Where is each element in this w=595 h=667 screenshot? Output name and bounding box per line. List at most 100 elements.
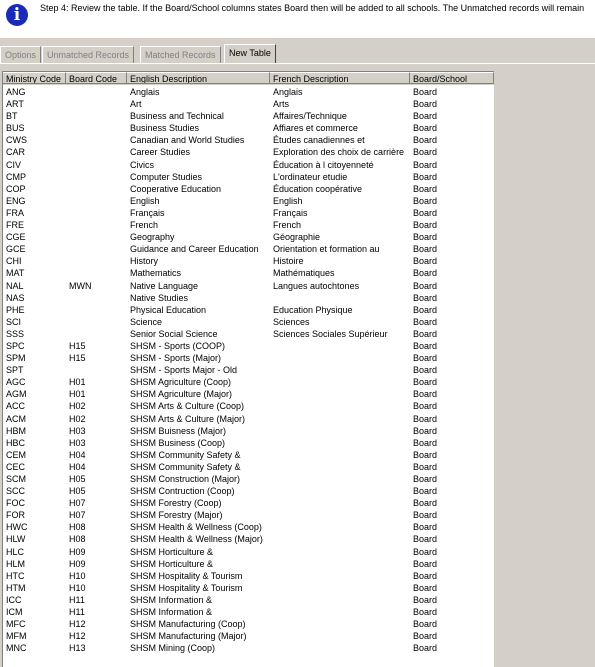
french-description-cell: Orientation et formation au: [273, 244, 380, 255]
table-row[interactable]: MAT Mathematics Mathématiques Board: [3, 267, 494, 279]
board-code-cell: H01: [69, 377, 86, 388]
table-row[interactable]: SCC H05 SHSM Contruction (Coop) Board: [3, 485, 494, 497]
table-row[interactable]: SPM H15 SHSM - Sports (Major) Board: [3, 352, 494, 364]
table-row[interactable]: FRE French French Board: [3, 219, 494, 231]
french-description-cell: [270, 449, 410, 461]
table-row[interactable]: NAL MWN Native Language Langues autochtones…: [3, 280, 494, 292]
table-row[interactable]: AGC H01 SHSM Agriculture (Coop) Board: [3, 376, 494, 388]
board-school-cell: Board: [413, 522, 438, 533]
board-code-cell: H15: [69, 353, 86, 364]
board-school-cell: Board: [413, 558, 438, 569]
board-code-cell: [66, 364, 127, 376]
ministry-code-cell: MAT: [6, 268, 25, 279]
board-code-cell: H04: [69, 461, 86, 472]
table-row[interactable]: CEM H04 SHSM Community Safety & Board: [3, 449, 494, 461]
table-row[interactable]: MNC H13 SHSM Mining (Coop) Board: [3, 642, 494, 654]
ministry-code-cell: CEM: [6, 449, 26, 460]
ministry-code-cell: FOR: [6, 510, 25, 521]
ministry-code-cell: SPT: [6, 365, 24, 376]
new-table-grid[interactable]: Ministry Code Board Code English Descrip…: [2, 71, 494, 667]
table-row[interactable]: COP Cooperative Education Éducation coopér…: [3, 183, 494, 195]
board-code-cell: [66, 195, 127, 207]
english-description-cell: Art: [130, 99, 142, 110]
table-row[interactable]: MFM H12 SHSM Manufacturing (Major) Board: [3, 630, 494, 642]
french-description-cell: [270, 642, 410, 654]
french-description-cell: Études canadiennes et: [273, 135, 365, 146]
board-school-cell: Board: [413, 244, 438, 255]
english-description-cell: SHSM Business (Coop): [130, 437, 226, 448]
table-row[interactable]: CAR Career Studies Exploration des choix d…: [3, 146, 494, 158]
table-row[interactable]: NAS Native Studies Board: [3, 292, 494, 304]
table-row[interactable]: SCM H05 SHSM Construction (Major) Board: [3, 473, 494, 485]
table-row[interactable]: CMP Computer Studies L'ordinateur etudie Bo…: [3, 171, 494, 183]
table-row[interactable]: SPC H15 SHSM - Sports (COOP) Board: [3, 340, 494, 352]
table-row[interactable]: HTM H10 SHSM Hospitality & Tourism Board: [3, 582, 494, 594]
column-header-english-description[interactable]: English Description: [127, 72, 270, 84]
ministry-code-cell: ICM: [6, 607, 23, 618]
table-row[interactable]: HLW H08 SHSM Health & Wellness (Major) Boar…: [3, 533, 494, 545]
english-description-cell: SHSM Arts & Culture (Major): [130, 413, 246, 424]
ministry-code-cell: BT: [6, 111, 18, 122]
table-row[interactable]: HLM H09 SHSM Horticulture & Board: [3, 558, 494, 570]
table-row[interactable]: HWC H08 SHSM Health & Wellness (Coop) Board: [3, 521, 494, 533]
table-row[interactable]: SSS Senior Social Science Sciences Sociale…: [3, 328, 494, 340]
ministry-code-cell: GCE: [6, 244, 26, 255]
ministry-code-cell: CWS: [6, 135, 27, 146]
table-row[interactable]: HBC H03 SHSM Business (Coop) Board: [3, 437, 494, 449]
table-header: Ministry Code Board Code English Descrip…: [3, 72, 494, 85]
tab-new-table[interactable]: New Table: [224, 44, 276, 63]
board-code-cell: H07: [69, 498, 86, 509]
ministry-code-cell: FRE: [6, 220, 24, 231]
table-row[interactable]: CIV Civics Éducation à l citoyenneté Board: [3, 159, 494, 171]
board-school-cell: Board: [413, 99, 438, 110]
table-row[interactable]: CWS Canadian and World Studies Études cana…: [3, 134, 494, 146]
french-description-cell: [270, 509, 410, 521]
table-row[interactable]: BT Business and Technical Affaires/Techniq…: [3, 110, 494, 122]
table-row[interactable]: HBM H03 SHSM Buisness (Major) Board: [3, 425, 494, 437]
english-description-cell: SHSM Horticulture &: [130, 558, 214, 569]
table-row[interactable]: ACM H02 SHSM Arts & Culture (Major) Board: [3, 413, 494, 425]
french-description-cell: Affaires/Technique: [273, 111, 347, 122]
board-code-cell: [66, 122, 127, 134]
tab-options[interactable]: Options: [0, 46, 42, 63]
board-school-cell: Board: [413, 643, 438, 654]
board-school-cell: Board: [413, 377, 438, 388]
french-description-cell: [270, 546, 410, 558]
table-row[interactable]: FOC H07 SHSM Forestry (Coop) Board: [3, 497, 494, 509]
table-row[interactable]: ACC H02 SHSM Arts & Culture (Coop) Board: [3, 400, 494, 412]
table-row[interactable]: ART Art Arts Board: [3, 98, 494, 110]
table-row[interactable]: MFC H12 SHSM Manufacturing (Coop) Board: [3, 618, 494, 630]
table-row[interactable]: ICM H11 SHSM Information & Board: [3, 606, 494, 618]
column-header-french-description[interactable]: French Description: [270, 72, 410, 84]
table-row[interactable]: HLC H09 SHSM Horticulture & Board: [3, 546, 494, 558]
table-row[interactable]: ENG English English Board: [3, 195, 494, 207]
english-description-cell: SHSM - Sports (Major): [130, 353, 222, 364]
table-row[interactable]: SPT SHSM - Sports Major - Old Board: [3, 364, 494, 376]
board-code-cell: [66, 146, 127, 158]
table-row[interactable]: CHI History Histoire Board: [3, 255, 494, 267]
table-row[interactable]: GCE Guidance and Career Education Orientat…: [3, 243, 494, 255]
tab-unmatched-records[interactable]: Unmatched Records: [42, 46, 135, 63]
board-code-cell: [66, 98, 127, 110]
table-row[interactable]: SCI Science Sciences Board: [3, 316, 494, 328]
table-row[interactable]: CEC H04 SHSM Community Safety & Board: [3, 461, 494, 473]
english-description-cell: Guidance and Career Education: [130, 244, 259, 255]
table-row[interactable]: ICC H11 SHSM Information & Board: [3, 594, 494, 606]
table-row[interactable]: ANG Anglais Anglais Board: [3, 86, 494, 98]
tab-matched-records[interactable]: Matched Records: [140, 46, 221, 63]
column-header-board-code[interactable]: Board Code: [66, 72, 127, 84]
column-header-board-school[interactable]: Board/School: [410, 72, 494, 84]
ministry-code-cell: COP: [6, 183, 26, 194]
column-header-ministry-code[interactable]: Ministry Code: [3, 72, 66, 84]
table-row[interactable]: AGM H01 SHSM Agriculture (Major) Board: [3, 388, 494, 400]
english-description-cell: SHSM Hospitality & Tourism: [130, 570, 243, 581]
english-description-cell: SHSM Manufacturing (Coop): [130, 619, 246, 630]
table-row[interactable]: CGE Geography Géographie Board: [3, 231, 494, 243]
table-row[interactable]: FRA Français Français Board: [3, 207, 494, 219]
english-description-cell: SHSM Agriculture (Coop): [130, 377, 232, 388]
table-row[interactable]: PHE Physical Education Education Physique B…: [3, 304, 494, 316]
table-row[interactable]: BUS Business Studies Affiares et commerce B…: [3, 122, 494, 134]
table-row[interactable]: HTC H10 SHSM Hospitality & Tourism Board: [3, 570, 494, 582]
table-row[interactable]: FOR H07 SHSM Forestry (Major) Board: [3, 509, 494, 521]
board-code-cell: [66, 267, 127, 279]
